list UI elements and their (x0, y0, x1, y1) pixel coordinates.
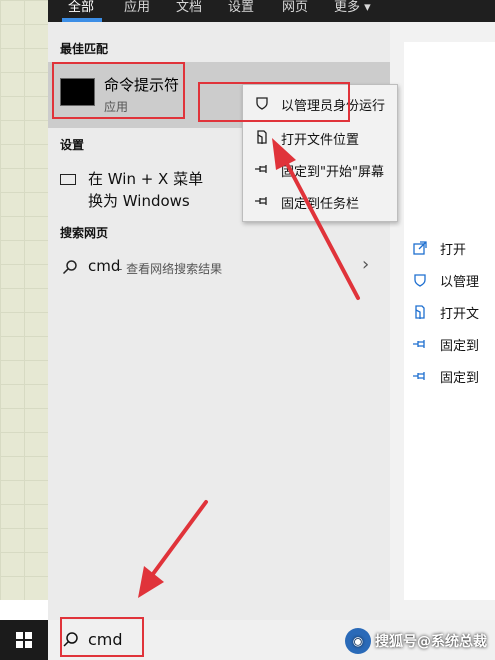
web-search-heading: 搜索网页 (60, 226, 109, 240)
ctx-pin-to-taskbar[interactable]: 固定到任务栏 (243, 187, 397, 215)
desktop-strip (0, 600, 48, 620)
watermark: ◉ 搜狐号@系统总裁 (345, 628, 487, 654)
highlight-search-box (60, 617, 144, 657)
open-icon (413, 241, 427, 255)
action-pin-start[interactable]: 固定到 (404, 330, 495, 360)
tab-more[interactable]: 更多 ▾ (334, 0, 371, 15)
start-button[interactable] (0, 620, 48, 660)
tab-apps[interactable]: 应用 (124, 0, 150, 15)
windows-logo-icon (16, 632, 32, 648)
details-pane: 打开 以管理 打开文 固定到 固定到 (390, 22, 495, 620)
search-tabs: 全部 应用 文档 设置 网页 更多 ▾ (48, 0, 495, 22)
action-open[interactable]: 打开 (404, 234, 495, 264)
file-location-icon (415, 305, 425, 319)
web-query: cmd (88, 257, 121, 275)
action-pin-taskbar[interactable]: 固定到 (404, 362, 495, 392)
tab-all[interactable]: 全部 (68, 0, 94, 15)
action-pin-start-label: 固定到 (440, 339, 480, 354)
watermark-logo-icon: ◉ (345, 628, 371, 654)
settings-result-line2: 换为 Windows (88, 192, 190, 210)
ctx-pin-to-start[interactable]: 固定到"开始"屏幕 (243, 155, 397, 183)
action-open-label: 打开 (440, 243, 467, 258)
pin-icon (413, 340, 425, 348)
tab-documents[interactable]: 文档 (176, 0, 202, 15)
watermark-text: 搜狐号@系统总裁 (375, 634, 487, 650)
tab-more-label: 更多 (334, 0, 361, 15)
chevron-right-icon: › (362, 254, 370, 275)
pin-icon (255, 165, 267, 173)
action-run-as-admin-label: 以管理 (440, 275, 480, 290)
web-search-result[interactable]: cmd - 查看网络搜索结果 › (48, 252, 390, 282)
highlight-best-match (52, 62, 185, 119)
pin-icon (413, 372, 425, 380)
ctx-pin-to-taskbar-label: 固定到任务栏 (281, 197, 360, 212)
web-query-suffix: - 查看网络搜索结果 (118, 262, 223, 276)
highlight-run-as-admin (198, 82, 350, 122)
action-run-as-admin[interactable]: 以管理 (404, 266, 495, 296)
action-open-file-location-label: 打开文 (440, 307, 480, 322)
action-open-file-location[interactable]: 打开文 (404, 298, 495, 328)
ctx-open-file-location[interactable]: 打开文件位置 (243, 123, 397, 151)
monitor-icon (60, 174, 76, 185)
desktop-background (0, 0, 48, 600)
ctx-pin-to-start-label: 固定到"开始"屏幕 (281, 165, 384, 180)
file-location-icon (257, 130, 267, 144)
search-icon (62, 260, 77, 275)
details-card: 打开 以管理 打开文 固定到 固定到 (404, 42, 495, 600)
caret-down-icon: ▾ (364, 0, 371, 15)
pin-icon (255, 197, 267, 205)
shield-icon (414, 274, 426, 287)
tab-settings[interactable]: 设置 (228, 0, 254, 15)
best-match-heading: 最佳匹配 (60, 42, 109, 56)
tab-web[interactable]: 网页 (282, 0, 308, 15)
ctx-open-file-location-label: 打开文件位置 (281, 133, 360, 148)
settings-heading: 设置 (60, 138, 85, 152)
settings-result-line1: 在 Win + X 菜单 (88, 170, 204, 188)
action-pin-taskbar-label: 固定到 (440, 371, 480, 386)
